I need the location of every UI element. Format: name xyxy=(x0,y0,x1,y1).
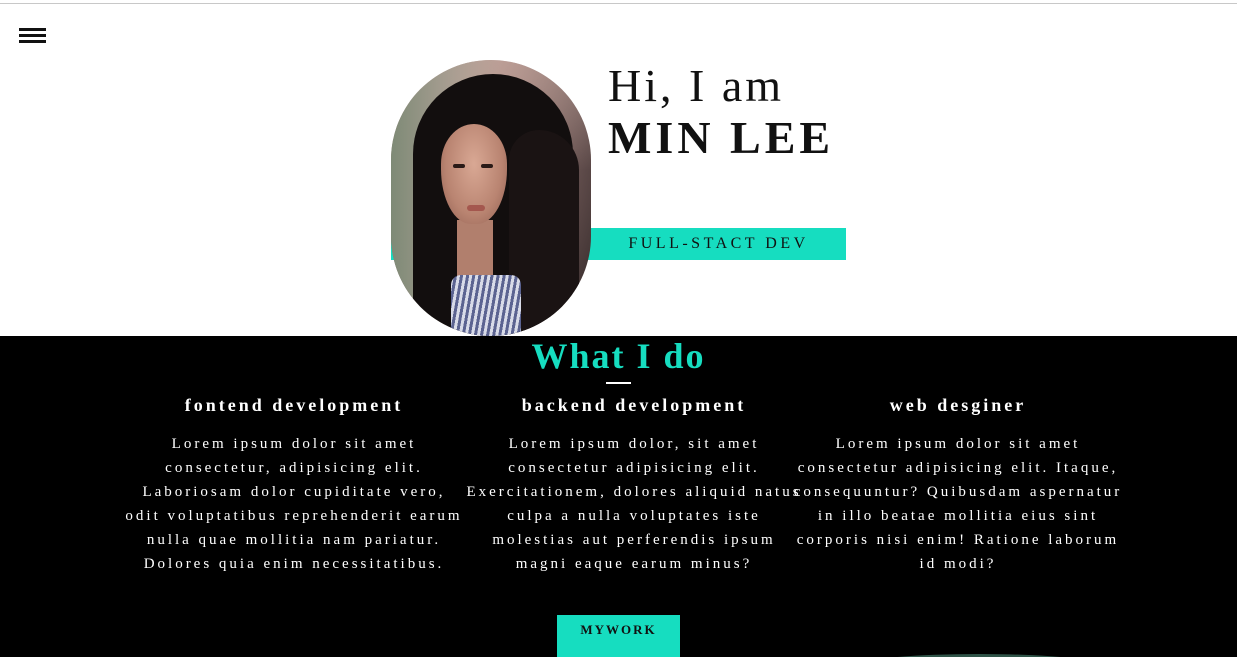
service-heading: web desginer xyxy=(889,395,1027,415)
hero-section: FULL-STACT DEV Hi, I am MIN LEE xyxy=(0,0,1237,336)
service-description: Lorem ipsum dolor sit amet consectetur a… xyxy=(793,436,1123,572)
menu-bar xyxy=(19,40,46,43)
role-label: FULL-STACT DEV xyxy=(628,235,809,252)
hamburger-menu-icon[interactable] xyxy=(19,28,47,44)
service-description: Lorem ipsum dolor, sit amet consectetur … xyxy=(466,436,802,572)
service-heading: backend development xyxy=(521,395,747,415)
services-section: What I do fontend development Lorem ipsu… xyxy=(0,336,1237,657)
service-heading: fontend development xyxy=(184,395,404,415)
service-card-backend: backend development Lorem ipsum dolor, s… xyxy=(465,394,803,576)
mywork-button[interactable]: MYWORK xyxy=(557,615,680,657)
profile-photo xyxy=(391,60,591,336)
hero-name: MIN LEE xyxy=(608,112,835,163)
service-card-frontend: fontend development Lorem ipsum dolor si… xyxy=(125,394,463,576)
hero-greeting: Hi, I am xyxy=(608,60,785,111)
section-title: What I do xyxy=(531,336,706,376)
menu-bar xyxy=(19,34,46,37)
title-underline xyxy=(606,382,631,384)
service-card-web-design: web desginer Lorem ipsum dolor sit amet … xyxy=(788,394,1128,576)
service-description: Lorem ipsum dolor sit amet consectetur, … xyxy=(125,436,463,572)
menu-bar xyxy=(19,28,46,31)
